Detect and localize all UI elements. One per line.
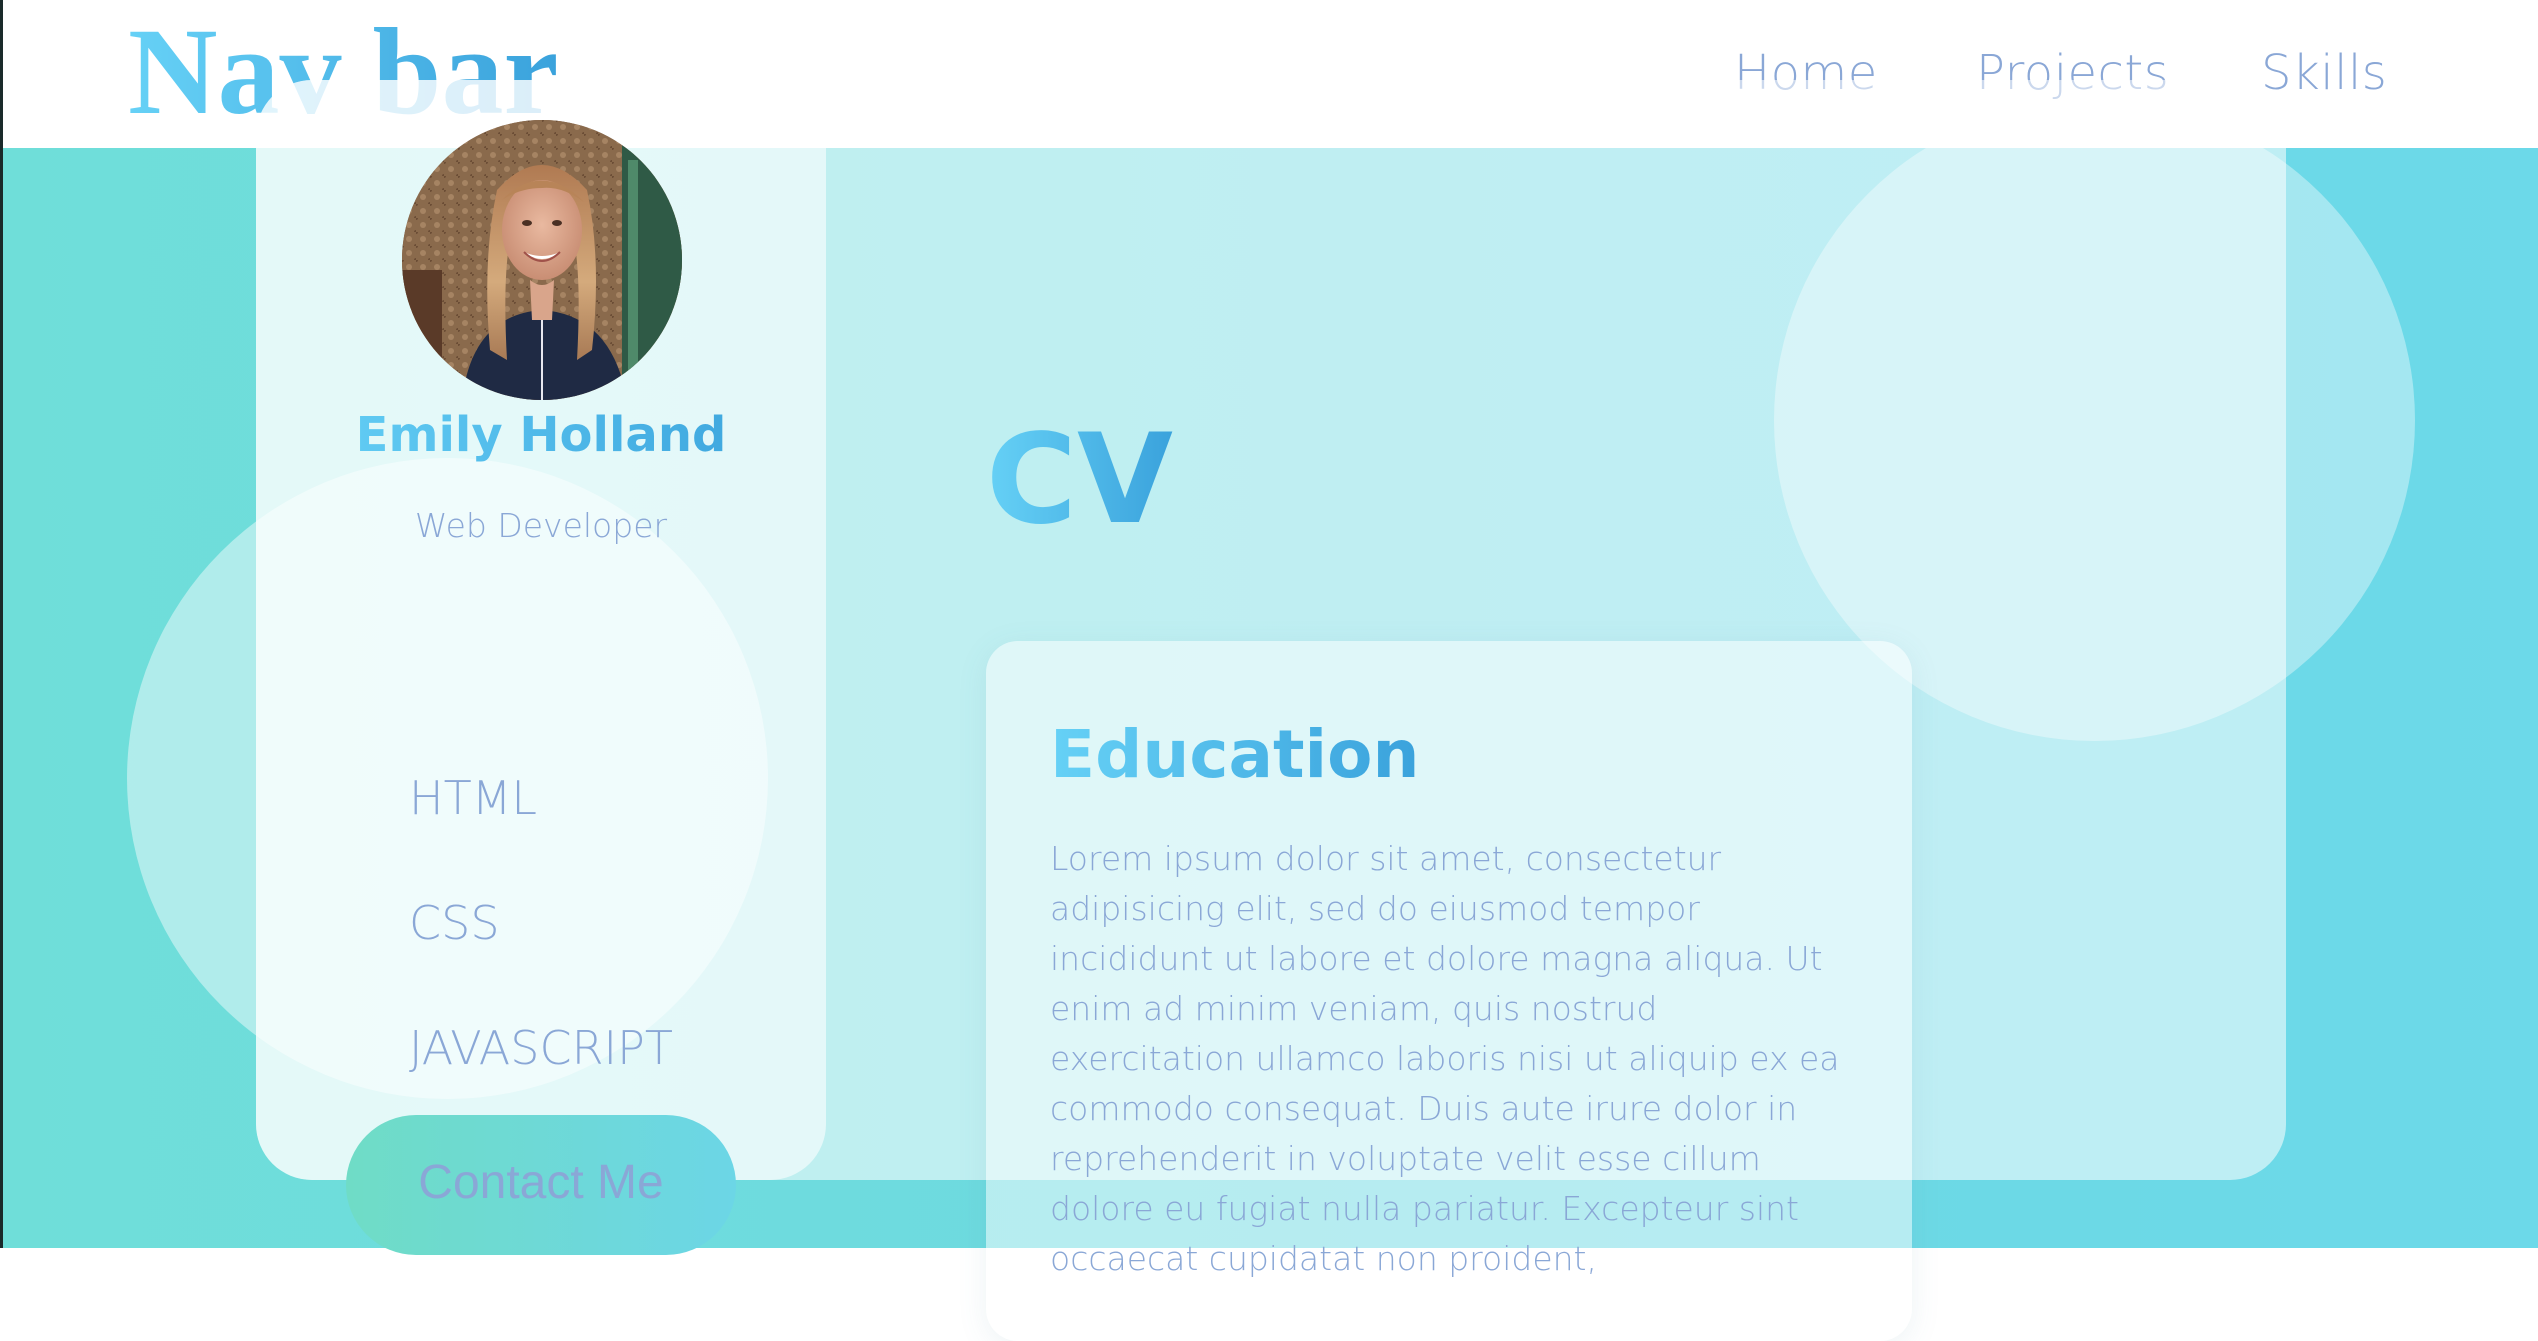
education-body: Lorem ipsum dolor sit amet, consectetur … bbox=[1050, 839, 1840, 1278]
avatar bbox=[402, 120, 682, 400]
skill-css: CSS bbox=[409, 896, 500, 950]
nav-link-skills[interactable]: Skills bbox=[2261, 38, 2387, 108]
profile-role: Web Developer bbox=[414, 506, 668, 545]
contact-me-button[interactable]: Contact Me bbox=[346, 1115, 736, 1255]
skill-html: HTML bbox=[409, 771, 538, 825]
skill-javascript: JAVASCRIPT bbox=[409, 1021, 673, 1075]
page-title: CV bbox=[986, 400, 1173, 560]
avatar-photo bbox=[402, 120, 682, 400]
education-heading: Education bbox=[1050, 710, 1419, 800]
window-left-edge bbox=[0, 0, 3, 1248]
profile-name: Emily Holland bbox=[276, 402, 806, 468]
